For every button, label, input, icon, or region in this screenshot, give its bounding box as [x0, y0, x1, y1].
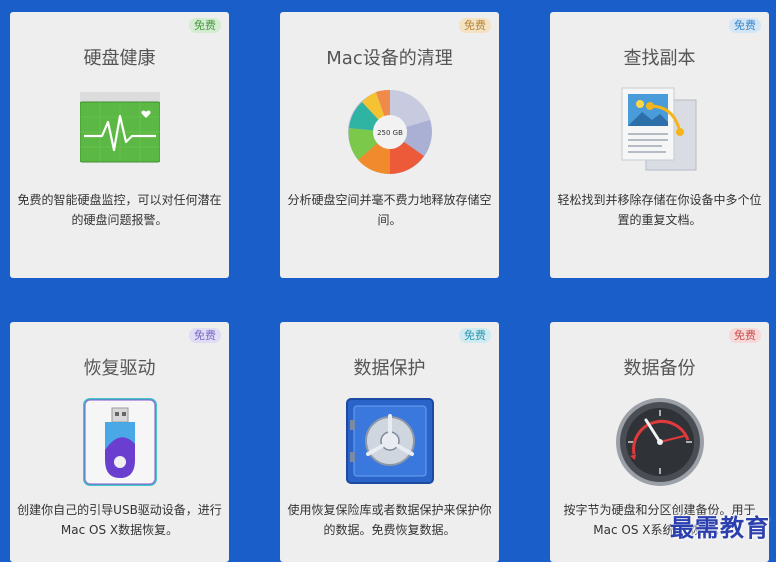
card-description: 使用恢复保险库或者数据保护来保护你的数据。免费恢复数据。	[287, 503, 492, 537]
card-disk-health[interactable]: 免费 硬盘健康 免费的智能硬盘监控，可以对任何潜在的硬盘问题报警。	[10, 12, 229, 278]
disk-health-icon	[79, 92, 160, 168]
backup-clock-icon	[614, 396, 706, 492]
card-title: 数据备份	[623, 358, 696, 379]
card-title: Mac设备的清理	[326, 48, 453, 69]
card-title: 硬盘健康	[83, 48, 156, 69]
usb-drive-icon	[82, 398, 157, 490]
card-description: 分析硬盘空间并毫不费力地释放存储空间。	[287, 193, 492, 227]
vault-safe-icon	[345, 398, 434, 488]
card-description: 免费的智能硬盘监控，可以对任何潜在的硬盘问题报警。	[17, 193, 222, 227]
card-description: 创建你自己的引导USB驱动设备，进行Mac OS X数据恢复。	[17, 503, 222, 537]
free-badge: 免费	[189, 18, 221, 33]
disk-cleanup-pie-icon: 250 GB	[346, 88, 434, 180]
disk-size-label: 250 GB	[377, 129, 403, 137]
card-description: 轻松找到并移除存储在你设备中多个位置的重复文档。	[557, 193, 762, 227]
card-mac-cleanup[interactable]: 免费 Mac设备的清理 250 GB 分析硬盘空间并毫不费力地释放存储空间。	[280, 12, 499, 278]
free-badge: 免费	[189, 328, 221, 343]
card-title: 恢复驱动	[83, 358, 156, 379]
tools-grid: 免费 硬盘健康 免费的智能硬盘监控，可以对任何潜在的硬盘问题报警。 免费 Mac…	[0, 0, 776, 562]
duplicate-finder-icon	[618, 86, 702, 180]
card-data-protection[interactable]: 免费 数据保护 使用恢复保险库或者数据保护来保护你的数据。免费恢复数据。	[280, 322, 499, 562]
free-badge: 免费	[729, 18, 761, 33]
free-badge: 免费	[729, 328, 761, 343]
card-title: 查找副本	[623, 48, 696, 69]
card-find-duplicates[interactable]: 免费 查找副本 轻松找到并移除存储在你设备中多个位置的重复文档。	[550, 12, 769, 278]
card-recovery-drive[interactable]: 免费 恢复驱动 创建你自己的引导USB驱动设备，进行Mac OS X数据恢复。	[10, 322, 229, 562]
card-title: 数据保护	[353, 358, 426, 379]
free-badge: 免费	[459, 328, 491, 343]
free-badge: 免费	[459, 18, 491, 33]
watermark-logo: 最需教育	[670, 513, 770, 542]
